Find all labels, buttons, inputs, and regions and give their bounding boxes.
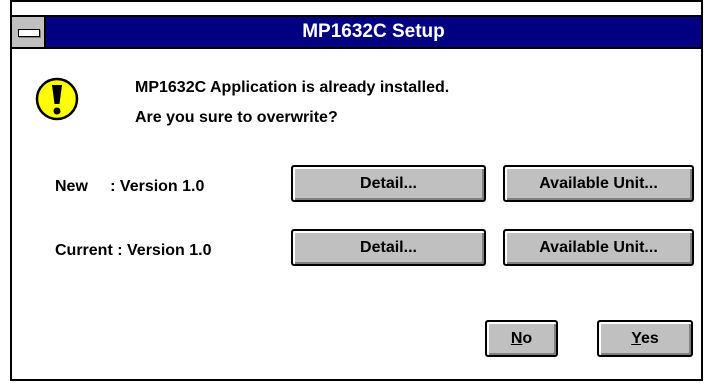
exclamation-icon bbox=[35, 77, 79, 121]
current-available-unit-button[interactable]: Available Unit... bbox=[503, 229, 694, 266]
new-version-label: New : Version 1.0 bbox=[55, 178, 205, 195]
background-window-edge-left bbox=[10, 0, 12, 15]
yes-label-rest: es bbox=[641, 329, 659, 347]
background-window-edge-top bbox=[10, 0, 703, 2]
message-line-1: MP1632C Application is already installed… bbox=[135, 79, 450, 96]
title-bar[interactable]: MP1632C Setup bbox=[12, 17, 701, 49]
new-detail-button[interactable]: Detail... bbox=[291, 165, 486, 202]
no-button[interactable]: No bbox=[485, 320, 558, 357]
system-menu-icon bbox=[18, 29, 40, 37]
yes-button[interactable]: Yes bbox=[597, 320, 693, 357]
current-version-label: Current : Version 1.0 bbox=[55, 242, 212, 259]
setup-dialog: MP1632C Setup MP1632C Application is alr… bbox=[10, 15, 703, 381]
no-mnemonic: N bbox=[510, 329, 523, 347]
screen: MP1632C Setup MP1632C Application is alr… bbox=[0, 0, 712, 383]
window-title: MP1632C Setup bbox=[302, 21, 445, 42]
current-detail-button[interactable]: Detail... bbox=[291, 229, 486, 266]
no-label-rest: o bbox=[522, 329, 533, 347]
background-window-edge-right bbox=[701, 0, 703, 15]
new-available-unit-button[interactable]: Available Unit... bbox=[503, 165, 694, 202]
message-line-2: Are you sure to overwrite? bbox=[135, 109, 338, 126]
system-menu-button[interactable] bbox=[12, 17, 46, 47]
yes-mnemonic: Y bbox=[631, 329, 641, 347]
